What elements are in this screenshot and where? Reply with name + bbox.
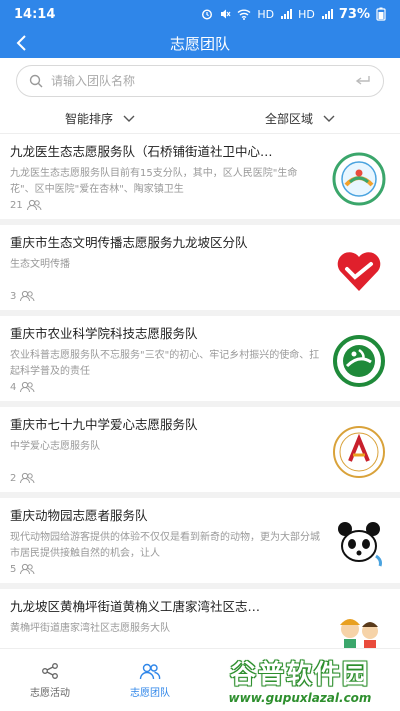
search-box — [16, 65, 384, 97]
filter-bar: 智能排序 全部区域 — [0, 104, 400, 134]
team-list: 九龙医生态志愿服务队（石桥铺街道社卫中心… 九龙医生态志愿服务队目前有15支分队… — [0, 134, 400, 648]
share-icon — [42, 662, 58, 679]
team-name: 九龙坡区黄桷坪街道黄桷义工唐家湾社区志… — [10, 599, 261, 614]
team-name: 重庆市七十九中学爱心志愿服务队 — [10, 417, 198, 432]
list-item[interactable]: 九龙坡区黄桷坪街道黄桷义工唐家湾社区志… 黄桷坪街道唐家湾社区志愿服务大队 — [0, 589, 400, 648]
list-item[interactable]: 重庆市农业科学院科技志愿服务队 农业科普志愿服务队不忘服务"三农"的初心、牢记乡… — [0, 316, 400, 407]
back-button[interactable] — [10, 31, 34, 55]
team-name: 重庆动物园志愿者服务队 — [10, 508, 148, 523]
tab-activities-label: 志愿活动 — [30, 687, 70, 699]
chevron-left-icon — [16, 35, 26, 51]
region-filter[interactable]: 全部区域 — [200, 110, 400, 127]
team-desc: 现代动物园给游客提供的体验不仅仅是看到新奇的动物，更为大部分城市居民提供接触自然… — [10, 532, 320, 559]
cartoon-kids-icon — [332, 607, 386, 648]
signal-icon — [281, 9, 293, 19]
chevron-down-icon — [123, 115, 135, 122]
alarm-icon — [202, 9, 213, 20]
page-title: 志愿团队 — [169, 34, 230, 53]
region-filter-label: 全部区域 — [264, 112, 313, 126]
watermark-url: www.gupuxlazal.com — [228, 691, 372, 705]
panda-icon — [332, 516, 386, 570]
search-input[interactable] — [51, 74, 347, 88]
members-icon — [20, 290, 35, 302]
members-icon — [26, 199, 42, 211]
tab-activities[interactable]: 志愿活动 — [0, 649, 100, 711]
team-desc: 九龙医生态志愿服务队目前有15支分队，其中，区人民医院"生命花"、区中医院"爱在… — [10, 168, 298, 195]
school-seal-icon — [332, 425, 386, 479]
member-count: 21 — [10, 199, 42, 211]
site-watermark: 谷普软件园 www.gupuxlazal.com — [200, 648, 400, 711]
member-count: 5 — [10, 563, 35, 575]
search-bar — [0, 58, 400, 104]
search-icon — [29, 74, 43, 88]
agri-emblem-icon — [332, 334, 386, 388]
team-desc: 黄桷坪街道唐家湾社区志愿服务大队 — [10, 623, 170, 634]
members-icon — [20, 381, 35, 393]
members-icon — [20, 563, 35, 575]
members-icon — [20, 472, 35, 484]
list-item[interactable]: 九龙医生态志愿服务队（石桥铺街道社卫中心… 九龙医生态志愿服务队目前有15支分队… — [0, 134, 400, 225]
team-desc: 农业科普志愿服务队不忘服务"三农"的初心、牢记乡村振兴的使命、扛起科学普及的责任 — [10, 350, 320, 377]
team-desc: 中学爱心志愿服务队 — [10, 441, 100, 452]
status-time: 14:14 — [14, 6, 56, 22]
member-count: 2 — [10, 472, 35, 484]
member-count: 4 — [10, 381, 35, 393]
list-item[interactable]: 重庆市七十九中学爱心志愿服务队 中学爱心志愿服务队 2 — [0, 407, 400, 498]
status-bar: 14:14 HD HD 73% — [0, 0, 400, 28]
mute-icon — [221, 9, 231, 19]
battery-icon — [376, 7, 386, 21]
network-label-2: HD — [298, 7, 315, 21]
team-name: 重庆市生态文明传播志愿服务九龙坡区分队 — [10, 235, 248, 250]
team-desc: 生态文明传播 — [10, 259, 70, 270]
chevron-down-icon — [323, 115, 335, 122]
app-header: 志愿团队 — [0, 28, 400, 58]
member-count: 3 — [10, 290, 35, 302]
sort-filter-label: 智能排序 — [64, 112, 113, 126]
network-label-1: HD — [257, 7, 275, 21]
list-item[interactable]: 重庆市生态文明传播志愿服务九龙坡区分队 生态文明传播 3 — [0, 225, 400, 316]
watermark-title: 谷普软件园 — [229, 660, 370, 690]
signal-icon-2 — [321, 9, 333, 19]
team-icon — [139, 663, 161, 679]
battery-percent: 73% — [338, 6, 370, 22]
team-name: 重庆市农业科学院科技志愿服务队 — [10, 326, 198, 341]
list-item[interactable]: 重庆动物园志愿者服务队 现代动物园给游客提供的体验不仅仅是看到新奇的动物，更为大… — [0, 498, 400, 589]
tab-teams-label: 志愿团队 — [130, 687, 170, 699]
heart-hand-icon — [332, 243, 386, 297]
sort-filter[interactable]: 智能排序 — [0, 110, 200, 127]
wifi-icon — [237, 9, 251, 20]
team-name: 九龙医生态志愿服务队（石桥铺街道社卫中心… — [10, 144, 273, 159]
clinic-badge-icon — [332, 152, 386, 206]
tab-teams[interactable]: 志愿团队 — [100, 649, 200, 711]
enter-icon[interactable] — [355, 75, 371, 87]
